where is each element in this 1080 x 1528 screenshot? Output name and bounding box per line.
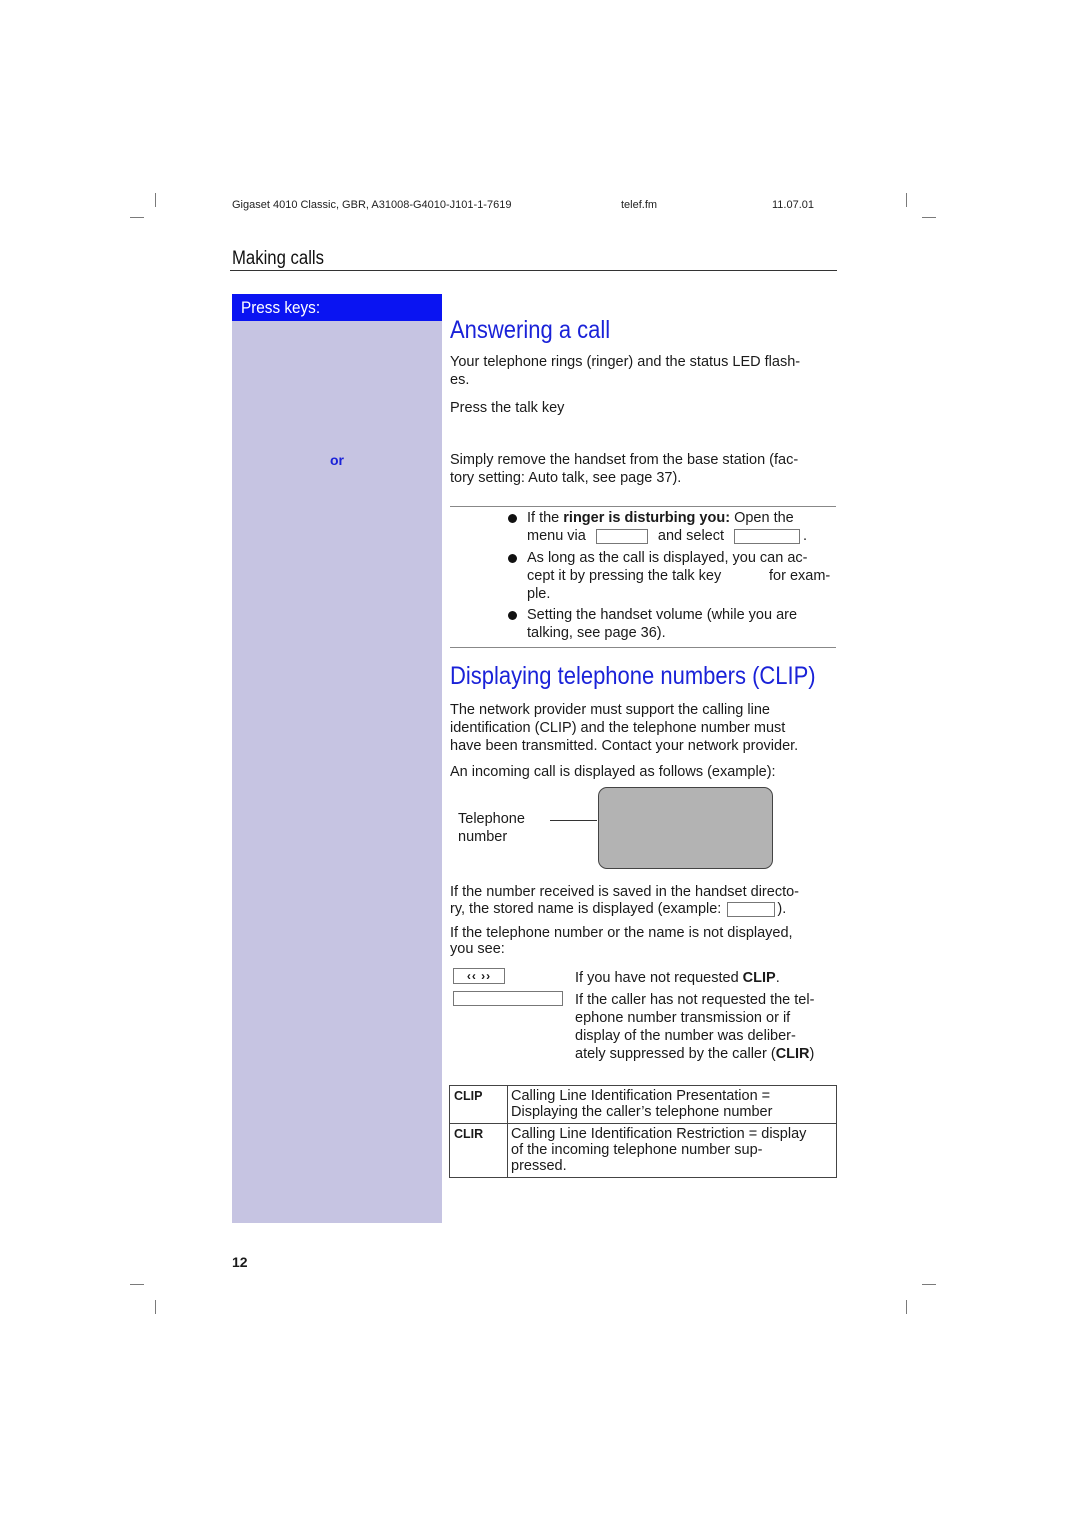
glossary-term: CLIR bbox=[449, 1123, 508, 1178]
withheld-display bbox=[453, 991, 563, 1006]
press-keys-text: Press keys: bbox=[241, 298, 321, 317]
page-number: 12 bbox=[232, 1254, 248, 1270]
crop-mark bbox=[130, 217, 144, 218]
answering-para3-line1: Simply remove the handset from the base … bbox=[450, 452, 799, 468]
bullet-icon bbox=[508, 514, 517, 523]
tip-ringer-line1: If the ringer is disturbing you: Open th… bbox=[527, 509, 794, 527]
answering-para2: Press the talk key bbox=[450, 400, 565, 416]
tip-volume-line1: Setting the handset volume (while you ar… bbox=[527, 607, 798, 623]
clip-para1-line3: have been transmitted. Contact your netw… bbox=[450, 738, 799, 754]
case-no-clip-bold: CLIP bbox=[742, 970, 776, 986]
clip-para1-line2: identification (CLIP) and the telephone … bbox=[450, 720, 786, 736]
definition-line: pressed. bbox=[511, 1158, 567, 1174]
definition-line: Displaying the caller’s telephone number bbox=[511, 1104, 773, 1120]
glossary-definition: Calling Line Identification Restriction … bbox=[507, 1123, 837, 1178]
handset-display-illustration bbox=[598, 787, 773, 869]
tip-ringer-bold: ringer is disturbing you: bbox=[563, 510, 731, 526]
case-withheld-bold: CLIR bbox=[775, 1046, 810, 1062]
tips-bottom-rule bbox=[450, 647, 836, 648]
tip-ringer-line2: menu via and select . bbox=[527, 527, 807, 545]
crop-mark bbox=[906, 1300, 907, 1314]
bullet-icon bbox=[508, 611, 517, 620]
case-no-clip-text: If you have not requested CLIP. bbox=[575, 969, 780, 987]
case-withheld-prefix: ately suppressed by the caller ( bbox=[575, 1046, 776, 1062]
header-file-name: telef.fm bbox=[621, 199, 658, 211]
display-label-line2: number bbox=[458, 829, 508, 845]
definition-line: Calling Line Identification Restriction … bbox=[511, 1126, 807, 1142]
menu-option-placeholder bbox=[734, 528, 801, 544]
glossary-table: CLIP Calling Line Identification Present… bbox=[449, 1085, 837, 1178]
bullet-icon bbox=[508, 554, 517, 563]
crop-mark bbox=[130, 1284, 144, 1285]
crop-mark bbox=[922, 217, 936, 218]
definition-line: of the incoming telephone number sup- bbox=[511, 1142, 763, 1158]
clip-para4-line2: you see: bbox=[450, 941, 505, 957]
clip-para1-line1: The network provider must support the ca… bbox=[450, 702, 770, 718]
answering-para1-line1: Your telephone rings (ringer) and the st… bbox=[450, 354, 801, 370]
clip-para3-line1: If the number received is saved in the h… bbox=[450, 884, 799, 900]
clip-para2: An incoming call is displayed as follows… bbox=[450, 764, 776, 780]
answering-para1-line2: es. bbox=[450, 372, 470, 388]
tip-accept-line2a: cept it by pressing the talk key bbox=[527, 568, 722, 584]
glossary-row: CLIR Calling Line Identification Restric… bbox=[449, 1123, 837, 1178]
case-withheld-line2: ephone number transmission or if bbox=[575, 1010, 791, 1026]
definition-line: Calling Line Identification Presentation… bbox=[511, 1088, 771, 1104]
clip-para3-end: ). bbox=[777, 901, 787, 917]
case-withheld-line1: If the caller has not requested the tel- bbox=[575, 992, 815, 1008]
display-leader-line bbox=[550, 820, 597, 821]
tips-top-rule bbox=[450, 506, 836, 507]
tip-ringer-suffix: Open the bbox=[730, 510, 794, 526]
case-withheld-suffix: ) bbox=[809, 1046, 815, 1062]
glossary-term: CLIP bbox=[449, 1085, 508, 1124]
stored-name-placeholder bbox=[727, 901, 776, 917]
crop-mark bbox=[155, 193, 156, 207]
case-withheld-line3: display of the number was deliber- bbox=[575, 1028, 796, 1044]
tip-ringer-prefix: If the bbox=[527, 510, 564, 526]
glossary-row: CLIP Calling Line Identification Present… bbox=[449, 1085, 837, 1124]
tip-ringer-and-select: and select bbox=[657, 528, 725, 544]
tip-accept-line2b: for exam- bbox=[769, 568, 831, 584]
section-title: Making calls bbox=[232, 248, 325, 269]
clip-para3-line2: ry, the stored name is displayed (exampl… bbox=[450, 900, 786, 918]
glossary-definition: Calling Line Identification Presentation… bbox=[507, 1085, 837, 1124]
answering-para3-line2: tory setting: Auto talk, see page 37). bbox=[450, 470, 682, 486]
or-label: or bbox=[330, 452, 344, 468]
header-document-id: Gigaset 4010 Classic, GBR, A31008-G4010-… bbox=[232, 199, 512, 211]
display-label-line1: Telephone bbox=[458, 811, 525, 827]
tip-ringer-menu-via: menu via bbox=[527, 528, 586, 544]
crop-mark bbox=[155, 1300, 156, 1314]
tip-volume-line2: talking, see page 36). bbox=[527, 625, 666, 641]
case-no-clip-prefix: If you have not requested bbox=[575, 970, 743, 986]
case-no-clip-suffix: . bbox=[775, 970, 780, 986]
answering-call-heading: Answering a call bbox=[450, 316, 611, 344]
section-divider bbox=[230, 270, 837, 271]
header-date: 11.07.01 bbox=[772, 199, 815, 211]
crop-mark bbox=[922, 1284, 936, 1285]
no-clip-display: ‹‹ ›› bbox=[453, 968, 505, 984]
case-withheld-line4: ately suppressed by the caller (CLIR) bbox=[575, 1045, 814, 1063]
crop-mark bbox=[906, 193, 907, 207]
tip-accept-line1: As long as the call is displayed, you ca… bbox=[527, 550, 808, 566]
tip-accept-line3: ple. bbox=[527, 586, 551, 602]
menu-key-placeholder bbox=[595, 528, 648, 544]
press-keys-label: Press keys: bbox=[232, 294, 442, 321]
clip-para3-text: ry, the stored name is displayed (exampl… bbox=[450, 901, 722, 917]
clip-heading: Displaying telephone numbers (CLIP) bbox=[450, 662, 816, 690]
tip-ringer-period: . bbox=[803, 528, 808, 544]
